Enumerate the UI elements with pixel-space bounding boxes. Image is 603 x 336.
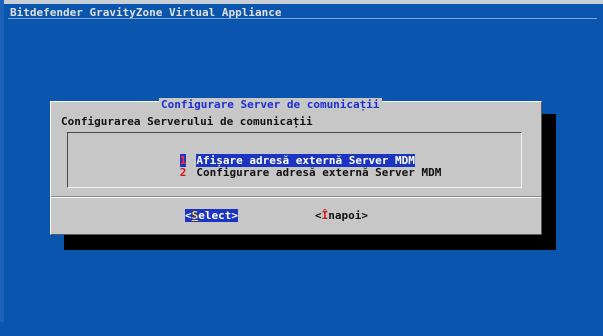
dialog-prompt: Configurarea Serverului de comunicații [61, 115, 313, 128]
menu-item-tag: 2 [179, 166, 187, 179]
select-label: elect [198, 209, 232, 222]
menu-dialog: Configurare Server de comunicații Config… [50, 98, 542, 235]
dialog-title: Configurare Server de comunicații [159, 98, 382, 111]
menu-item-configure-mdm-address[interactable]: 2 Configurare adresă externă Server MDM [140, 153, 442, 179]
back-button[interactable]: <Înapoi> [315, 209, 368, 222]
back-bracket-close: > [361, 209, 368, 222]
window-frame-left [0, 0, 4, 336]
back-label: napoi [328, 209, 362, 222]
select-bracket-open: < [185, 209, 192, 222]
menu-item-show-mdm-address[interactable]: 1 Afișare adresă externă Server MDM [140, 141, 415, 167]
back-bracket-open: < [315, 209, 322, 222]
window-frame-bottom [0, 322, 603, 336]
backtitle-divider [8, 18, 597, 19]
menu-list: 1 Afișare adresă externă Server MDM 2 Conf… [67, 132, 522, 188]
menu-item-label: Configurare adresă externă Server MDM [196, 166, 442, 179]
window-frame-top [0, 0, 603, 4]
button-divider [51, 197, 541, 198]
select-bracket-close: > [231, 209, 238, 222]
select-button[interactable]: <Select> [185, 209, 238, 222]
